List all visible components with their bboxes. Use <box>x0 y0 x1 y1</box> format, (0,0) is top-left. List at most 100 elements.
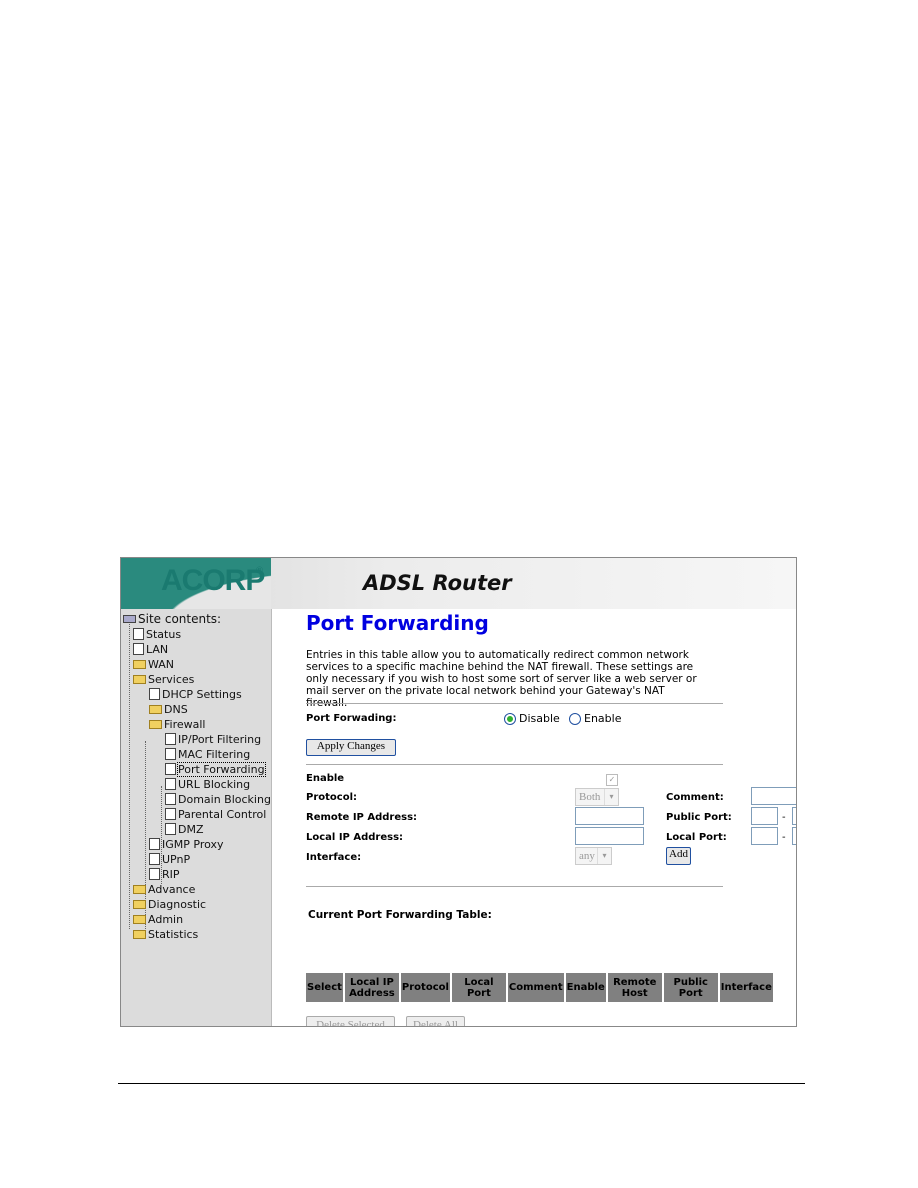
sidebar-item-label: Statistics <box>148 927 199 941</box>
radio-disable-label: Disable <box>519 712 560 725</box>
document-icon <box>133 628 144 640</box>
sidebar-item-status[interactable]: Status <box>133 627 181 641</box>
delete-selected-button[interactable]: Delete Selected <box>306 1016 395 1026</box>
add-button[interactable]: Add <box>666 847 691 865</box>
divider <box>306 703 723 704</box>
public-port-label: Public Port: <box>666 812 732 823</box>
sidebar-item-label: WAN <box>148 657 175 671</box>
radio-disable[interactable]: Disable <box>504 712 560 725</box>
sidebar-item-domain-blocking[interactable]: Domain Blocking <box>165 792 271 806</box>
document-icon <box>165 763 176 775</box>
document-icon <box>149 853 160 865</box>
sidebar-item-label: Admin <box>148 912 184 926</box>
column-header: Local IP Address <box>344 973 399 1002</box>
sidebar-item-label: Firewall <box>164 717 206 731</box>
sidebar-item-upnp[interactable]: UPnP <box>149 852 190 866</box>
comment-label: Comment: <box>666 792 724 803</box>
sidebar-item-label: Advance <box>148 882 196 896</box>
sidebar-item-lan[interactable]: LAN <box>133 642 168 656</box>
document-icon <box>165 793 176 805</box>
public-port-start-input[interactable] <box>751 807 778 825</box>
page-title: Port Forwarding <box>306 611 489 635</box>
sidebar-item-firewall[interactable]: Firewall <box>149 717 205 731</box>
table-header-row: Select Local IP Address Protocol Local Port… <box>306 973 773 1002</box>
enable-checkbox[interactable]: ✓ <box>606 774 618 786</box>
sidebar-item-label: IGMP Proxy <box>162 837 224 851</box>
sidebar-item-dns[interactable]: DNS <box>149 702 188 716</box>
sidebar-item-statistics[interactable]: Statistics <box>133 927 198 941</box>
remote-ip-input[interactable] <box>575 807 644 825</box>
column-header: Public Port <box>663 973 718 1002</box>
local-port-end-input[interactable] <box>792 827 796 845</box>
sidebar-item-dmz[interactable]: DMZ <box>165 822 204 836</box>
interface-label: Interface: <box>306 852 362 863</box>
sidebar-item-ip-port-filtering[interactable]: IP/Port Filtering <box>165 732 261 746</box>
sidebar-item-rip[interactable]: RIP <box>149 867 180 881</box>
sidebar-item-label: Status <box>146 627 182 641</box>
table-title: Current Port Forwarding Table: <box>308 909 492 921</box>
registered-mark: ® <box>255 566 264 576</box>
sidebar-item-label: DHCP Settings <box>162 687 242 701</box>
document-icon <box>165 808 176 820</box>
local-port-label: Local Port: <box>666 832 727 843</box>
sidebar-item-port-forwarding[interactable]: Port Forwarding <box>165 761 266 777</box>
sidebar-item-advance[interactable]: Advance <box>133 882 195 896</box>
sidebar-item-label: UPnP <box>162 852 191 866</box>
sidebar-item-label: RIP <box>162 867 180 881</box>
main-content: Port Forwarding Entries in this table al… <box>271 609 796 1026</box>
sidebar-item-dhcp-settings[interactable]: DHCP Settings <box>149 687 242 701</box>
document-icon <box>165 778 176 790</box>
column-header: Remote Host <box>607 973 662 1002</box>
interface-select[interactable]: any ▾ <box>575 847 612 865</box>
delete-all-button[interactable]: Delete All <box>406 1016 465 1026</box>
protocol-value: Both <box>579 791 601 803</box>
column-header: Comment <box>507 973 564 1002</box>
radio-icon[interactable] <box>569 713 581 725</box>
document-icon <box>165 748 176 760</box>
site-contents-root: Site contents: <box>123 612 221 626</box>
divider <box>306 764 723 765</box>
sidebar-item-label: IP/Port Filtering <box>178 732 262 746</box>
sidebar-item-admin[interactable]: Admin <box>133 912 183 926</box>
router-screenshot: ACORP ® ADSL Router Site contents: Statu… <box>120 557 797 1027</box>
interface-value: any <box>579 850 595 862</box>
enable-label: Enable <box>306 773 345 784</box>
sidebar-item-services[interactable]: Services <box>133 672 194 686</box>
document-icon <box>149 838 160 850</box>
folder-icon <box>133 899 146 909</box>
apply-changes-button[interactable]: Apply Changes <box>306 739 396 756</box>
public-port-end-input[interactable] <box>792 807 796 825</box>
column-header: Select <box>306 973 343 1002</box>
chevron-down-icon: ▾ <box>597 848 611 864</box>
protocol-select[interactable]: Both ▾ <box>575 788 619 806</box>
document-icon <box>133 643 144 655</box>
radio-enable-label: Enable <box>584 712 622 725</box>
local-port-start-input[interactable] <box>751 827 778 845</box>
sidebar-tree: Site contents: Status LAN WAN Services DHCP … <box>121 609 272 1026</box>
document-icon <box>149 868 160 880</box>
sidebar-item-diagnostic[interactable]: Diagnostic <box>133 897 206 911</box>
local-ip-label: Local IP Address: <box>306 832 404 843</box>
comment-input[interactable] <box>751 787 796 805</box>
page-description: Entries in this table allow you to autom… <box>306 649 697 709</box>
dash: - <box>782 812 786 823</box>
radio-icon-checked[interactable] <box>504 713 516 725</box>
document-icon <box>165 733 176 745</box>
folder-icon <box>149 704 162 714</box>
sidebar-item-label: LAN <box>146 642 169 656</box>
sidebar-item-label: Diagnostic <box>148 897 207 911</box>
sidebar-item-wan[interactable]: WAN <box>133 657 174 671</box>
local-ip-input[interactable] <box>575 827 644 845</box>
sidebar-item-mac-filtering[interactable]: MAC Filtering <box>165 747 250 761</box>
folder-open-icon <box>133 674 146 684</box>
column-header: Local Port <box>451 973 506 1002</box>
document-icon <box>165 823 176 835</box>
radio-enable[interactable]: Enable <box>569 712 621 725</box>
folder-icon <box>133 914 146 924</box>
sidebar-item-label: Services <box>148 672 195 686</box>
sidebar-item-parental-control[interactable]: Parental Control <box>165 807 266 821</box>
protocol-label: Protocol: <box>306 792 358 803</box>
sidebar-item-igmp-proxy[interactable]: IGMP Proxy <box>149 837 224 851</box>
sidebar-item-url-blocking[interactable]: URL Blocking <box>165 777 250 791</box>
sidebar-item-label: MAC Filtering <box>178 747 251 761</box>
